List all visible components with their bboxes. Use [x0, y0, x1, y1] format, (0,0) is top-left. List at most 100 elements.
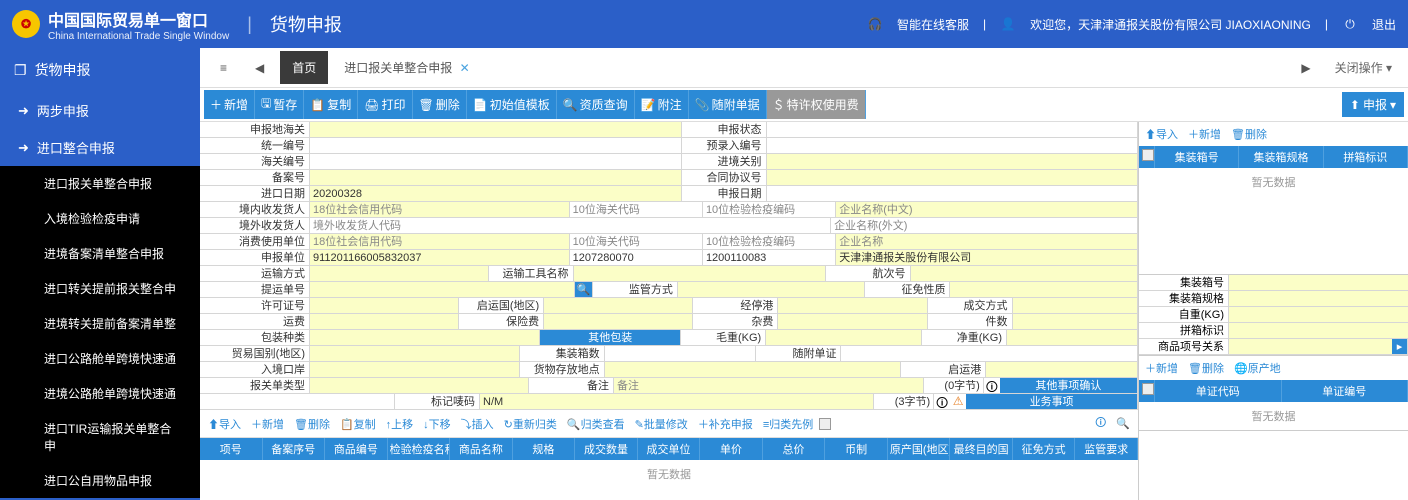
sidebar-item[interactable]: 进境备案清单整合申报 — [0, 236, 200, 271]
warn-icon[interactable]: ⚠ — [950, 394, 966, 409]
link-补充申报[interactable]: ＋补充申报 — [694, 414, 757, 434]
input[interactable] — [310, 314, 459, 329]
link-批量修改[interactable]: ✎批量修改 — [631, 414, 692, 434]
col-head[interactable]: 规格 — [513, 438, 576, 460]
link-删除[interactable]: 🗑删除 — [1227, 124, 1271, 144]
input[interactable] — [950, 282, 1138, 297]
col-head[interactable]: 最终目的国 — [950, 438, 1013, 460]
input[interactable] — [1013, 298, 1138, 313]
info-icon[interactable]: 🛈 — [934, 394, 950, 409]
link-新增[interactable]: ＋新增 — [1184, 124, 1225, 144]
toolbar-新增[interactable]: ＋新增 — [204, 90, 255, 119]
sidebar-item[interactable]: 进口公路舱单跨境快速通 — [0, 341, 200, 376]
input[interactable] — [310, 282, 575, 297]
input[interactable] — [574, 266, 826, 281]
other-confirm-button[interactable]: 其他事项确认 — [1000, 378, 1138, 393]
input[interactable] — [605, 362, 902, 377]
link-导入[interactable]: ⬆导入 — [1141, 124, 1182, 144]
input[interactable]: 境外收发货人代码 — [310, 218, 831, 233]
link-复制[interactable]: 📋复制 — [336, 414, 380, 434]
input[interactable] — [310, 298, 459, 313]
checkbox[interactable] — [819, 418, 831, 430]
input[interactable] — [310, 362, 520, 377]
input[interactable]: 企业名称(外文) — [831, 218, 1138, 233]
link-归类先例[interactable]: ≡归类先例 — [759, 414, 817, 434]
col-head[interactable]: 币制 — [825, 438, 888, 460]
input[interactable]: 10位海关代码 — [570, 234, 703, 249]
input[interactable] — [310, 170, 682, 185]
input[interactable]: 10位检验检疫编码 — [703, 202, 836, 217]
link-原产地[interactable]: 🌐原产地 — [1230, 358, 1285, 378]
input[interactable] — [310, 330, 540, 345]
link-导入[interactable]: ⬆导入 — [204, 414, 245, 434]
col-head[interactable]: 备案序号 — [263, 438, 326, 460]
link-归类查看[interactable]: 🔍归类查看 — [563, 414, 629, 434]
input[interactable]: 20200328 — [310, 186, 682, 201]
input[interactable]: 18位社会信用代码 — [310, 234, 570, 249]
col-head[interactable]: 成交数量 — [575, 438, 638, 460]
toolbar-附注[interactable]: 📝附注 — [635, 90, 689, 119]
input[interactable] — [1007, 330, 1138, 345]
input[interactable] — [310, 378, 529, 393]
sidebar-item[interactable]: ➜两步申报 — [0, 92, 200, 129]
input[interactable] — [1229, 339, 1392, 354]
input[interactable] — [778, 298, 927, 313]
input[interactable] — [310, 154, 682, 169]
search-icon[interactable]: 🔍 — [1112, 415, 1134, 432]
power-icon[interactable]: ⏻ — [1342, 17, 1358, 32]
col-head[interactable]: 检验检疫名称 — [388, 438, 451, 460]
link-删除[interactable]: 🗑删除 — [290, 414, 334, 434]
search-button[interactable]: 🔍 — [575, 282, 593, 297]
next-tab-icon[interactable]: ▶ — [1289, 53, 1322, 83]
input[interactable] — [1013, 314, 1138, 329]
col-head[interactable]: 单价 — [700, 438, 763, 460]
alert-icon[interactable]: 🛈 — [1091, 412, 1110, 435]
toolbar-暂存[interactable]: 🖫暂存 — [255, 90, 304, 119]
toolbar-打印[interactable]: 🖨打印 — [358, 90, 412, 119]
toolbar-删除[interactable]: 🗑删除 — [413, 90, 467, 119]
input[interactable]: 1200110083 — [703, 250, 836, 265]
toolbar-特许权使用费[interactable]: ＄特许权使用费 — [767, 90, 866, 119]
input[interactable] — [911, 266, 1139, 281]
logout-link[interactable]: 退出 — [1372, 16, 1396, 33]
input[interactable] — [544, 314, 693, 329]
sidebar-item[interactable]: 进境转关提前备案清单整 — [0, 306, 200, 341]
checkbox[interactable] — [1142, 149, 1154, 161]
input[interactable] — [1229, 275, 1408, 290]
biz-button[interactable]: 业务事项 — [966, 394, 1138, 409]
input[interactable]: 天津津通报关股份有限公司 — [836, 250, 1138, 265]
link-删除[interactable]: 🗑删除 — [1184, 358, 1228, 378]
input[interactable] — [310, 138, 682, 153]
input[interactable] — [605, 346, 757, 361]
col-head[interactable]: 征免方式 — [1013, 438, 1076, 460]
toolbar-复制[interactable]: 📋复制 — [304, 90, 358, 119]
sidebar-item[interactable]: 入境检验检疫申请 — [0, 201, 200, 236]
input[interactable] — [986, 362, 1138, 377]
input[interactable]: 10位海关代码 — [570, 202, 703, 217]
sidebar-item[interactable]: 进境公路舱单跨境快速通 — [0, 376, 200, 411]
input[interactable] — [778, 314, 927, 329]
input[interactable]: 911201166005832037 — [310, 250, 570, 265]
link-插入[interactable]: ⤵插入 — [457, 414, 498, 434]
input[interactable]: 1207280070 — [570, 250, 703, 265]
toolbar-初始值模板[interactable]: 📄初始值模板 — [467, 90, 557, 119]
input[interactable] — [767, 138, 1139, 153]
link-新增[interactable]: ＋新增 — [1141, 358, 1182, 378]
input[interactable]: 企业名称 — [836, 234, 1138, 249]
col-head[interactable]: 原产国(地区) — [888, 438, 951, 460]
input[interactable]: N/M — [480, 394, 874, 409]
sidebar-item[interactable]: 进口报关单整合申报 — [0, 166, 200, 201]
sidebar-item[interactable]: 进口TIR运输报关单整合申 — [0, 411, 200, 463]
close-icon[interactable]: ✕ — [460, 61, 470, 75]
rel-button[interactable]: ▸ — [1392, 339, 1408, 354]
input[interactable] — [310, 346, 520, 361]
sidebar-item[interactable]: ➜进口整合申报 — [0, 129, 200, 166]
input[interactable] — [767, 170, 1139, 185]
link-新增[interactable]: ＋新增 — [247, 414, 288, 434]
input[interactable]: 企业名称(中文) — [836, 202, 1138, 217]
input[interactable] — [766, 330, 922, 345]
sidebar-item[interactable]: 进口公自用物品申报 — [0, 463, 200, 498]
toolbar-资质查询[interactable]: 🔍资质查询 — [557, 90, 635, 119]
input[interactable] — [678, 282, 866, 297]
col-head[interactable]: 监管要求 — [1075, 438, 1138, 460]
